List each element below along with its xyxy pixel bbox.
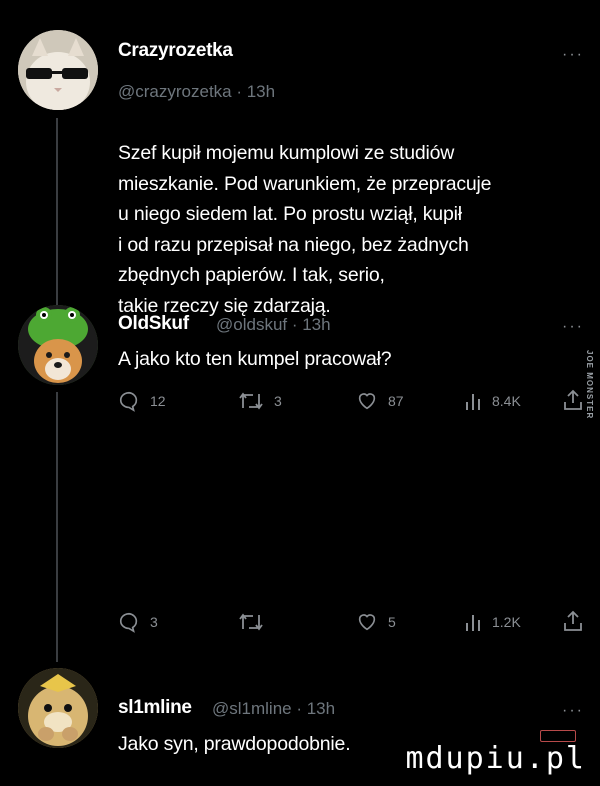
more-options-button[interactable]: ··· [562, 702, 584, 720]
author-name[interactable]: OldSkuf [118, 313, 189, 335]
like-button[interactable]: 5 [356, 611, 396, 633]
views-icon [466, 615, 480, 631]
reply-icon [120, 391, 138, 412]
retweet-icon [239, 392, 263, 410]
more-options-button[interactable]: ··· [562, 318, 584, 336]
hamster-avatar-icon [18, 668, 98, 748]
thread-line [56, 118, 58, 310]
tweet-line: Jako syn, prawdopodobnie. [118, 733, 351, 755]
tweet-text: A jako kto ten kumpel pracował? [118, 344, 568, 375]
tweet-line: u niego siedem lat. Po prostu wziął, kup… [118, 203, 462, 225]
retweet-button[interactable]: 3 [238, 390, 282, 412]
handle-and-time[interactable]: @sl1mline · 13h [212, 699, 335, 719]
site-watermark: mdupiu.pl [405, 741, 586, 776]
tweet-line: zbędnych papierów. I tak, serio, [118, 264, 385, 286]
reply-button[interactable]: 3 [118, 611, 158, 633]
tweet-text: Jako syn, prawdopodobnie. [118, 729, 438, 760]
reply-button[interactable]: 12 [118, 390, 166, 412]
more-options-button[interactable]: ··· [562, 46, 584, 64]
thread-line [56, 392, 58, 662]
share-icon [564, 610, 582, 631]
cat-sunglasses-avatar-icon [18, 30, 98, 110]
heart-icon [358, 614, 376, 631]
retweet-button[interactable] [238, 611, 274, 633]
avatar-oldskuf[interactable] [18, 305, 98, 385]
like-count: 5 [388, 614, 396, 630]
views-count: 8.4K [492, 393, 521, 409]
like-count: 87 [388, 393, 404, 409]
avatar-sl1mline[interactable] [18, 668, 98, 748]
side-watermark: JOE MONSTER [585, 350, 594, 420]
views-count: 1.2K [492, 614, 521, 630]
dog-frog-hat-avatar-icon [18, 305, 98, 385]
tweet-line: A jako kto ten kumpel pracował? [118, 348, 392, 370]
tweet-text: Szef kupił mojemu kumplowi ze studiów mi… [118, 138, 568, 321]
reply-icon [120, 612, 138, 633]
tweet-line: i od razu przepisał na niego, bez żadnyc… [118, 233, 469, 256]
views-button[interactable]: 8.4K [464, 390, 521, 412]
heart-icon [358, 393, 376, 410]
tweet-line: Szef kupił mojemu kumplowi ze studiów [118, 142, 455, 164]
views-button[interactable]: 1.2K [464, 611, 521, 633]
avatar-crazyrozetka[interactable] [18, 30, 98, 110]
reply-count: 3 [150, 614, 158, 630]
like-button[interactable]: 87 [356, 390, 404, 412]
share-button[interactable] [562, 609, 594, 633]
reply-count: 12 [150, 393, 166, 409]
views-icon [466, 394, 480, 410]
author-name[interactable]: sl1mline [118, 697, 192, 719]
retweet-count: 3 [274, 393, 282, 409]
tweet-line: mieszkanie. Pod warunkiem, że przepracuj… [118, 172, 492, 195]
author-name[interactable]: Crazyrozetka [118, 40, 233, 62]
share-icon [564, 389, 582, 410]
retweet-icon [239, 613, 263, 631]
handle-and-time[interactable]: @crazyrozetka · 13h [118, 82, 275, 102]
handle-and-time[interactable]: @oldskuf · 13h [216, 315, 331, 335]
